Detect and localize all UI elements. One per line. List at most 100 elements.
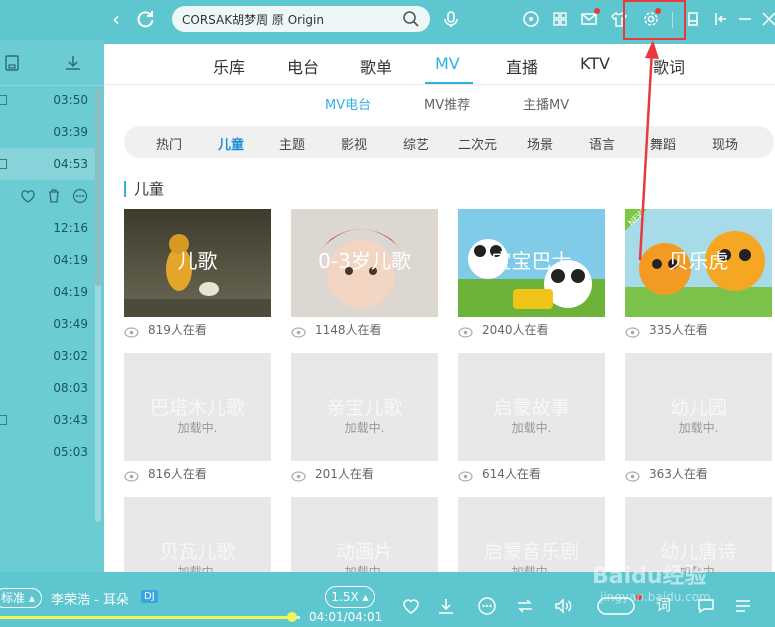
subtab-mv-radio[interactable]: MV电台: [325, 94, 371, 113]
playlist-row[interactable]: 05:03: [0, 436, 96, 468]
song-duration: 05:03: [53, 445, 88, 459]
card-title: 动画片: [335, 541, 393, 563]
progress-knob[interactable]: [287, 612, 297, 622]
subtab-mv-recommend[interactable]: MV推荐: [424, 94, 470, 113]
speed-selector[interactable]: 1.5X ▴: [325, 586, 375, 608]
category-children[interactable]: 儿童: [218, 134, 244, 153]
tab-playlists[interactable]: 歌单: [360, 54, 392, 78]
category-acg[interactable]: 二次元: [458, 134, 497, 153]
subtab-anchor-mv[interactable]: 主播MV: [523, 94, 569, 113]
playlist-row[interactable]: 04:19: [0, 276, 96, 308]
category-scene[interactable]: 场景: [527, 134, 553, 153]
playlist-row[interactable]: 03:50: [0, 84, 96, 116]
playlist-row[interactable]: 12:16: [0, 212, 96, 244]
category-hot[interactable]: 热门: [156, 134, 182, 153]
card-thumbnail[interactable]: 启蒙故事 加载中.: [458, 353, 605, 461]
playlist-row[interactable]: 03:43: [0, 404, 96, 436]
tab-radio[interactable]: 电台: [287, 54, 319, 78]
minimize-icon[interactable]: [736, 10, 754, 28]
playlist-scrollbar-thumb[interactable]: [95, 86, 101, 286]
playlist-row[interactable]: 03:39: [0, 116, 96, 148]
more-options-icon[interactable]: [72, 188, 88, 208]
local-music-icon[interactable]: [3, 54, 21, 72]
category-language[interactable]: 语言: [589, 134, 615, 153]
main-tabs: 乐库 电台 歌单 MV 直播 KTV 歌词: [104, 44, 775, 85]
more-icon[interactable]: [477, 596, 497, 616]
category-film[interactable]: 影视: [341, 134, 367, 153]
card-thumbnail[interactable]: 宝宝巴士: [458, 209, 605, 317]
collapse-icon[interactable]: [712, 10, 730, 28]
search-input[interactable]: CORSAK胡梦周 原 Origin: [172, 6, 430, 32]
category-bar: 热门 儿童 主题 影视 综艺 二次元 场景 语言 舞蹈 现场: [124, 126, 774, 158]
card-thumbnail[interactable]: 启蒙音乐剧 加载中.: [458, 497, 605, 572]
song-duration: 08:03: [53, 381, 88, 395]
loading-text: 加载中.: [177, 421, 218, 435]
radio-icon[interactable]: [522, 10, 540, 28]
playlist-row[interactable]: 04:53: [0, 148, 96, 180]
tab-lyrics[interactable]: 歌词: [653, 54, 685, 78]
tab-mv[interactable]: MV: [435, 54, 460, 73]
download-icon[interactable]: [64, 54, 82, 72]
category-theme[interactable]: 主题: [279, 134, 305, 153]
apps-icon[interactable]: [551, 10, 569, 28]
category-variety[interactable]: 综艺: [403, 134, 429, 153]
playlist-row[interactable]: [0, 180, 96, 212]
back-icon[interactable]: ‹: [105, 8, 127, 30]
card-thumbnail[interactable]: 儿歌: [124, 209, 271, 317]
watermark-url: jingyan.baidu.com: [600, 590, 711, 604]
card-thumbnail[interactable]: 幼儿园 加载中.: [625, 353, 772, 461]
card-thumbnail[interactable]: 0-3岁儿歌: [291, 209, 438, 317]
card-thumbnail[interactable]: 贝瓦儿歌 加载中.: [124, 497, 271, 572]
playlist-row[interactable]: 08:03: [0, 372, 96, 404]
card-title: 亲宝儿歌: [326, 397, 403, 419]
loading-text: 加载中.: [511, 565, 552, 572]
playlist-row[interactable]: 04:19: [0, 244, 96, 276]
tab-library[interactable]: 乐库: [213, 54, 245, 78]
playlist-row[interactable]: 03:02: [0, 340, 96, 372]
search-icon[interactable]: [402, 10, 420, 28]
dj-badge[interactable]: DJ: [141, 590, 158, 603]
viewer-count: 2040人在看: [482, 323, 549, 337]
watermark-brand: Baidu经验: [592, 564, 707, 589]
card-thumbnail[interactable]: 贝乐虎 NEW: [625, 209, 772, 317]
song-duration: 04:53: [53, 157, 88, 171]
loop-icon[interactable]: [515, 596, 535, 616]
category-live[interactable]: 现场: [712, 134, 738, 153]
title-bar: ‹ CORSAK胡梦周 原 Origin: [0, 0, 775, 40]
eye-icon: [458, 323, 473, 338]
card-thumbnail[interactable]: 动画片 加载中.: [291, 497, 438, 572]
eye-icon: [124, 323, 139, 338]
card-thumbnail[interactable]: 巴塔木儿歌 加载中.: [124, 353, 271, 461]
loading-text: 加载中.: [678, 421, 719, 435]
card-thumbnail[interactable]: 亲宝儿歌 加载中.: [291, 353, 438, 461]
voice-search-icon[interactable]: [442, 10, 460, 28]
category-dance[interactable]: 舞蹈: [650, 134, 676, 153]
mini-mode-icon[interactable]: [684, 10, 702, 28]
tab-ktv[interactable]: KTV: [580, 54, 610, 73]
playlist-header: [0, 40, 104, 86]
song-duration: 04:19: [53, 253, 88, 267]
favorite-icon[interactable]: [20, 188, 36, 208]
track-title[interactable]: 李荣浩 - 耳朵: [51, 589, 129, 608]
delete-icon[interactable]: [46, 188, 62, 208]
playlist-scrollbar[interactable]: [95, 86, 101, 522]
progress-bar[interactable]: [0, 616, 300, 619]
close-icon[interactable]: [760, 10, 775, 28]
card-meta: 2040人在看: [458, 321, 605, 338]
card-meta: 363人在看: [625, 465, 772, 482]
tab-live[interactable]: 直播: [506, 54, 538, 78]
refresh-icon[interactable]: [135, 9, 157, 31]
divider: [672, 12, 673, 28]
song-marker: [0, 415, 7, 425]
card-meta: 614人在看: [458, 465, 605, 482]
quality-selector[interactable]: 标准 ▴: [0, 588, 42, 608]
like-icon[interactable]: [401, 596, 421, 616]
main-content: 乐库 电台 歌单 MV 直播 KTV 歌词 MV电台 MV推荐 主播MV 热门 …: [104, 44, 775, 572]
volume-icon[interactable]: [553, 596, 573, 616]
card-meta: 816人在看: [124, 465, 271, 482]
viewer-count: 816人在看: [148, 467, 207, 481]
download-song-icon[interactable]: [436, 596, 456, 616]
viewer-count: 363人在看: [649, 467, 708, 481]
song-duration: 03:43: [53, 413, 88, 427]
playlist-row[interactable]: 03:49: [0, 308, 96, 340]
